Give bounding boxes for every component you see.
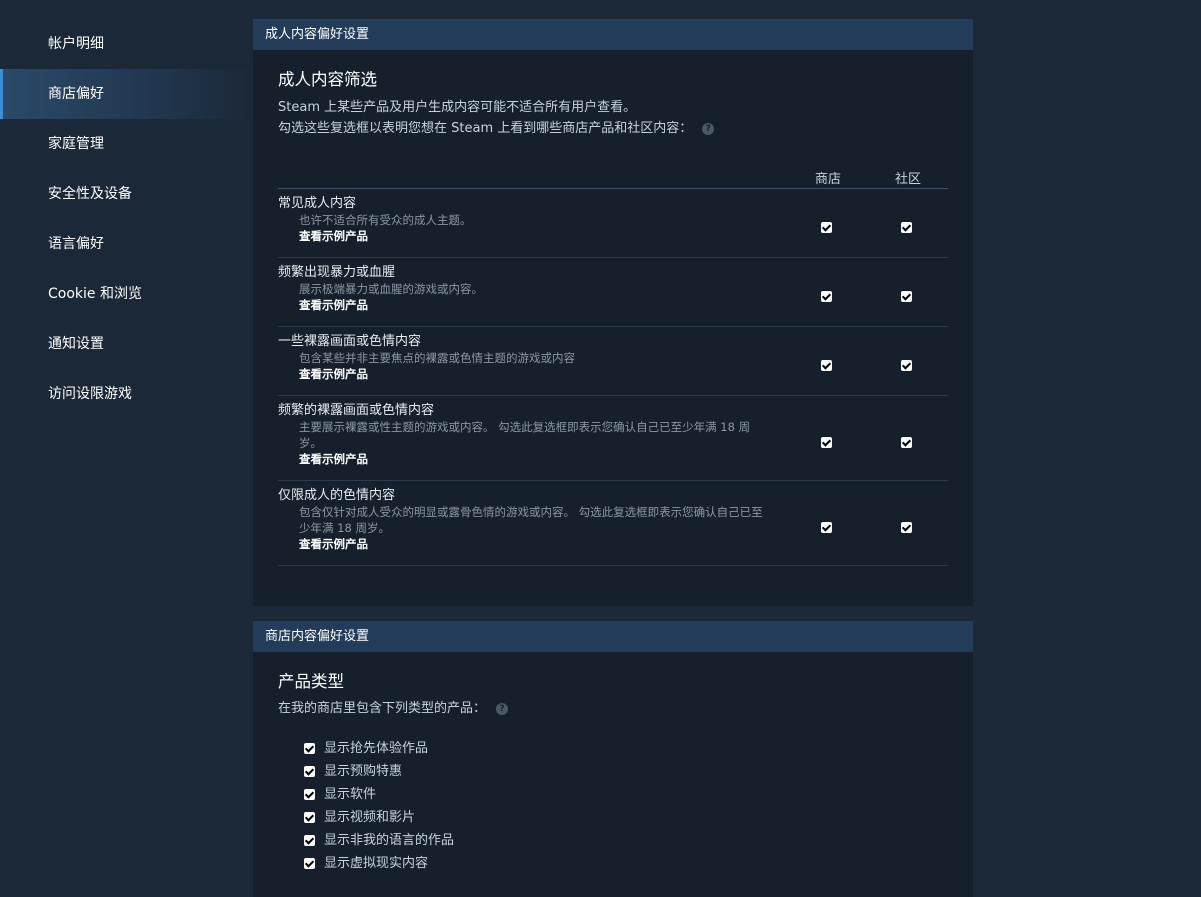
store-checkbox[interactable] <box>821 222 832 233</box>
community-checkbox[interactable] <box>901 522 912 533</box>
product-type-option[interactable]: 显示预购特惠 <box>304 760 948 783</box>
adult-filter-title-text: 频繁的裸露画面或色情内容 <box>278 403 435 418</box>
community-checkbox[interactable] <box>901 437 912 448</box>
adult-filter-description: 包含某些并非主要焦点的裸露或色情主题的游戏或内容 <box>299 351 575 365</box>
product-type-label: 显示视频和影片 <box>324 810 416 825</box>
product-types-desc-wrap: 在我的商店里包含下列类型的产品：? <box>278 698 948 719</box>
adult-desc-line2: 勾选这些复选框以表明您想在 Steam 上看到哪些商店产品和社区内容： <box>278 121 693 136</box>
column-store: 商店 <box>814 172 841 187</box>
store-section-header: 商店内容偏好设置 <box>253 621 973 652</box>
adult-filter-title: 成人内容筛选 <box>278 70 377 89</box>
product-type-checkbox[interactable] <box>304 858 315 869</box>
adult-filter-description: 也许不适合所有受众的成人主题。 <box>299 213 472 227</box>
view-sample-products-link[interactable]: 查看示例产品 <box>278 451 948 467</box>
product-type-option[interactable]: 显示虚拟现实内容 <box>304 852 948 875</box>
adult-table-body: 常见成人内容 也许不适合所有受众的成人主题。 查看示例产品 频繁出现暴力或血腥 展示极端… <box>278 189 948 566</box>
sidebar-item-security[interactable]: 安全性及设备 <box>0 169 253 219</box>
help-icon[interactable]: ? <box>702 123 715 135</box>
adult-filter-row: 频繁的裸露画面或色情内容主要展示裸露或性主题的游戏或内容。 勾选此复选框即表示您… <box>278 396 948 481</box>
view-sample-products-link[interactable]: 查看示例产品 <box>278 366 948 382</box>
store-checkbox[interactable] <box>821 360 832 371</box>
help-icon[interactable]: ? <box>496 703 509 715</box>
adult-table-header: 商店 社区 <box>278 166 948 189</box>
product-type-label: 显示虚拟现实内容 <box>324 856 429 871</box>
product-type-option[interactable]: 显示视频和影片 <box>304 806 948 829</box>
adult-filter-title-text: 仅限成人的色情内容 <box>278 488 396 503</box>
store-checkbox[interactable] <box>821 437 832 448</box>
sidebar-item-cookies[interactable]: Cookie 和浏览 <box>0 269 253 319</box>
product-type-checkbox[interactable] <box>304 789 315 800</box>
adult-filter-row: 常见成人内容也许不适合所有受众的成人主题。 查看示例产品 <box>278 189 948 258</box>
adult-filter-row: 频繁出现暴力或血腥展示极端暴力或血腥的游戏或内容。 查看示例产品 <box>278 258 948 327</box>
view-sample-products-link[interactable]: 查看示例产品 <box>278 228 948 244</box>
store-content-section: 商店内容偏好设置 产品类型 在我的商店里包含下列类型的产品：? 显示抢先体验作品… <box>253 621 973 897</box>
sidebar-item-restricted-games[interactable]: 访问设限游戏 <box>0 369 253 419</box>
store-checkbox[interactable] <box>821 522 832 533</box>
adult-filter-row: 一些裸露画面或色情内容包含某些并非主要焦点的裸露或色情主题的游戏或内容 查看示例产… <box>278 327 948 396</box>
adult-filter-title-text: 一些裸露画面或色情内容 <box>278 334 422 349</box>
adult-content-section: 成人内容偏好设置 成人内容筛选 Steam 上某些产品及用户生成内容可能不适合所… <box>253 19 973 606</box>
product-type-label: 显示抢先体验作品 <box>324 741 429 756</box>
product-type-checkbox[interactable] <box>304 766 315 777</box>
sidebar-item-account[interactable]: 帐户明细 <box>0 19 253 69</box>
product-type-list: 显示抢先体验作品 显示预购特惠 显示软件显示视频和影片显示非我的语言的作品 显示虚拟现… <box>278 737 948 875</box>
product-type-option[interactable]: 显示软件 <box>304 783 948 806</box>
adult-filter-description: 展示极端暴力或血腥的游戏或内容。 <box>299 282 483 296</box>
column-community: 社区 <box>894 172 921 187</box>
product-type-label: 显示预购特惠 <box>324 764 403 779</box>
adult-section-header: 成人内容偏好设置 <box>253 19 973 50</box>
sidebar-item-language[interactable]: 语言偏好 <box>0 219 253 269</box>
product-type-checkbox[interactable] <box>304 835 315 846</box>
product-types-desc: 在我的商店里包含下列类型的产品： <box>278 701 487 716</box>
product-type-option[interactable]: 显示抢先体验作品 <box>304 737 948 760</box>
sidebar-nav: 帐户明细 商店偏好 家庭管理 安全性及设备 语言偏好 Cookie 和浏览 通知… <box>0 19 253 419</box>
product-type-label: 显示软件 <box>324 787 377 802</box>
sidebar-item-store-preferences[interactable]: 商店偏好 <box>0 69 253 119</box>
sidebar-item-family[interactable]: 家庭管理 <box>0 119 253 169</box>
adult-filter-title-text: 常见成人内容 <box>278 196 357 211</box>
adult-desc-line2-wrap: 勾选这些复选框以表明您想在 Steam 上看到哪些商店产品和社区内容：? <box>278 118 948 139</box>
product-type-checkbox[interactable] <box>304 743 315 754</box>
view-sample-products-link[interactable]: 查看示例产品 <box>278 536 948 552</box>
adult-desc-line1: Steam 上某些产品及用户生成内容可能不适合所有用户查看。 <box>278 100 637 115</box>
community-checkbox[interactable] <box>901 360 912 371</box>
store-checkbox[interactable] <box>821 291 832 302</box>
view-sample-products-link[interactable]: 查看示例产品 <box>278 297 948 313</box>
product-type-option[interactable]: 显示非我的语言的作品 <box>304 829 948 852</box>
adult-filter-row: 仅限成人的色情内容包含仅针对成人受众的明显或露骨色情的游戏或内容。 勾选此复选框… <box>278 481 948 566</box>
product-type-checkbox[interactable] <box>304 812 315 823</box>
product-type-label: 显示非我的语言的作品 <box>324 833 455 848</box>
adult-filter-title-text: 频繁出现暴力或血腥 <box>278 265 396 280</box>
sidebar-item-notifications[interactable]: 通知设置 <box>0 319 253 369</box>
adult-filter-description: 包含仅针对成人受众的明显或露骨色情的游戏或内容。 勾选此复选框即表示您确认自己已… <box>299 505 763 535</box>
community-checkbox[interactable] <box>901 291 912 302</box>
community-checkbox[interactable] <box>901 222 912 233</box>
adult-filter-description: 主要展示裸露或性主题的游戏或内容。 勾选此复选框即表示您确认自己已至少年满 18… <box>299 420 751 450</box>
product-types-title: 产品类型 <box>278 672 344 691</box>
